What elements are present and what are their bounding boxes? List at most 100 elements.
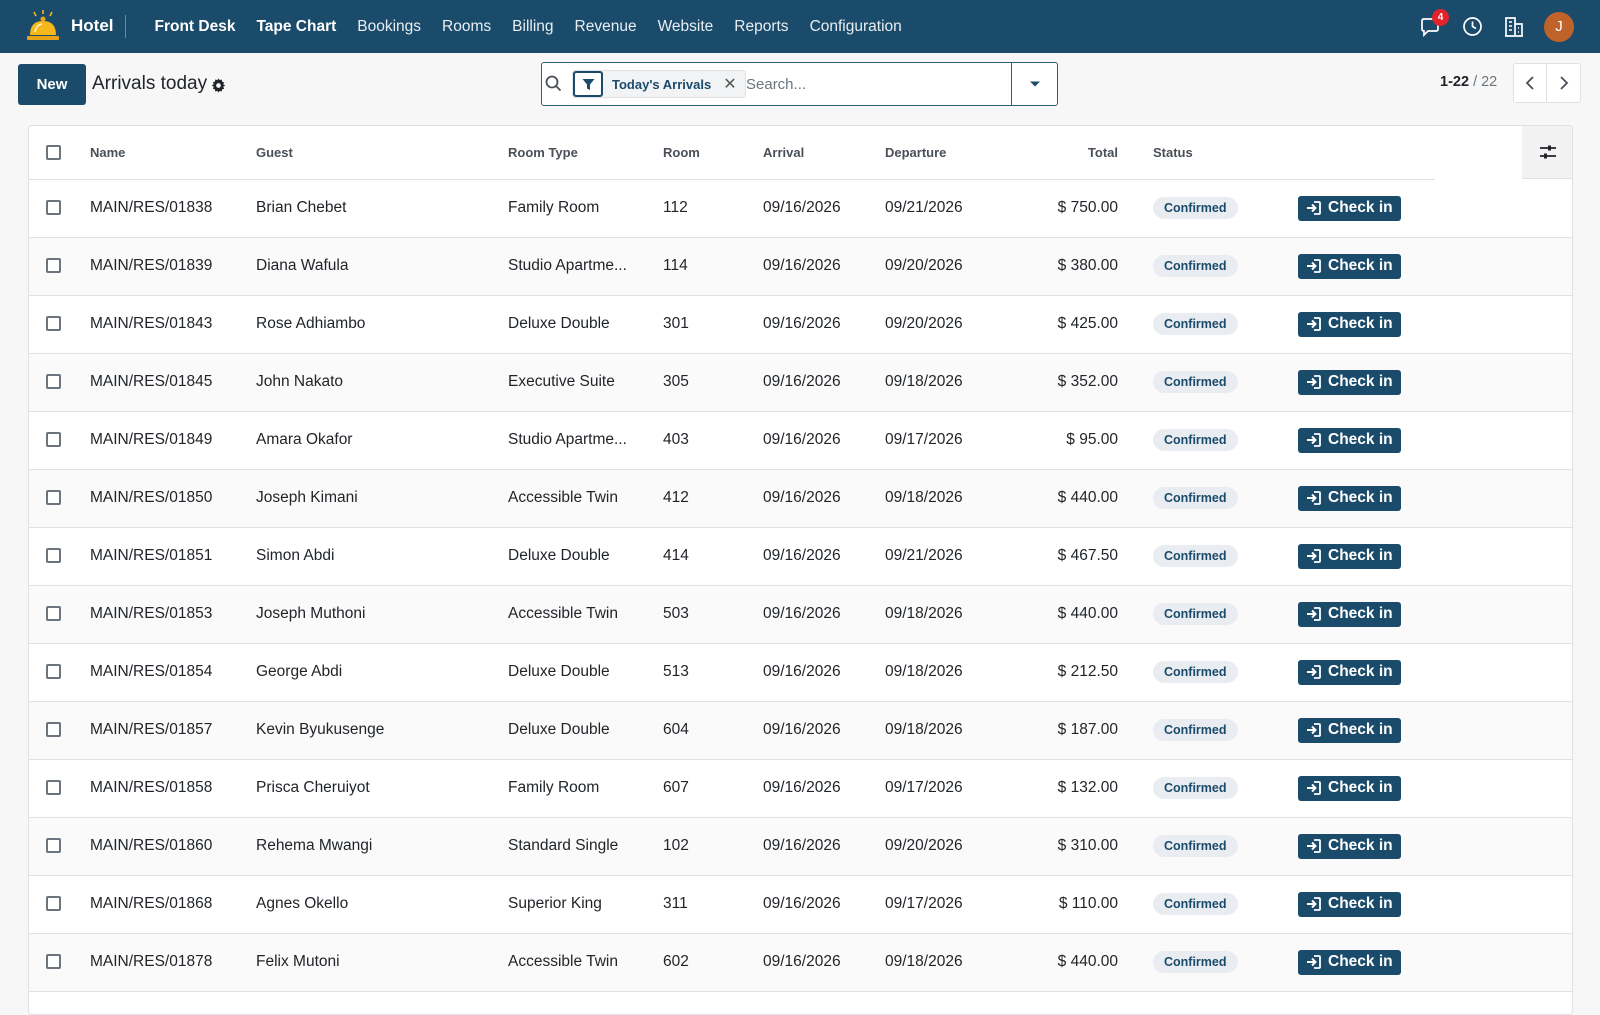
table-row[interactable]: MAIN/RES/01845 John Nakato Executive Suite… [29,353,1572,411]
row-checkbox[interactable] [46,838,61,854]
row-checkbox[interactable] [46,374,61,390]
column-header-total[interactable]: Total [1017,126,1118,180]
new-button[interactable]: New [18,64,86,105]
sign-in-icon [1307,259,1321,273]
page-title: Arrivals today [92,73,208,94]
nav-item-rooms[interactable]: Rooms [432,18,502,36]
row-checkbox[interactable] [46,258,61,274]
check-in-label: Check in [1328,489,1393,506]
table-row[interactable]: MAIN/RES/01850 Joseph Kimani Accessible Tw… [29,469,1572,527]
check-in-button[interactable]: Check in [1298,311,1401,337]
company-building-icon[interactable] [1502,15,1526,39]
facet-remove-icon[interactable]: ✕ [723,74,736,94]
table-row[interactable]: MAIN/RES/01853 Joseph Muthoni Accessible T… [29,585,1572,643]
table-row[interactable]: MAIN/RES/01878 Felix Mutoni Accessible Twi… [29,933,1572,991]
check-in-button[interactable]: Check in [1298,253,1401,279]
cell-departure: 09/17/2026 [885,431,963,448]
column-header-room[interactable]: Room [663,126,763,180]
row-checkbox[interactable] [46,606,61,622]
search-options-toggle[interactable] [1012,63,1057,105]
check-in-button[interactable]: Check in [1298,717,1401,743]
check-in-button[interactable]: Check in [1298,891,1401,917]
nav-item-tape-chart[interactable]: Tape Chart [246,18,347,36]
nav-item-revenue[interactable]: Revenue [564,18,647,36]
nav-item-website[interactable]: Website [647,18,724,36]
check-in-button[interactable]: Check in [1298,659,1401,685]
activity-clock-icon[interactable] [1460,15,1484,39]
table-row[interactable]: MAIN/RES/01838 Brian Chebet Family Room 112… [29,179,1572,237]
check-in-button[interactable]: Check in [1298,775,1401,801]
nav-item-reports[interactable]: Reports [724,18,799,36]
cell-name: MAIN/RES/01853 [90,605,213,622]
column-header-arrival[interactable]: Arrival [763,126,885,180]
optional-columns-toggle[interactable] [1522,126,1572,179]
nav-item-front-desk[interactable]: Front Desk [144,18,246,36]
cell-guest: Joseph Muthoni [256,605,366,622]
select-all-checkbox[interactable] [46,145,61,161]
cell-guest: Brian Chebet [256,199,347,216]
row-checkbox[interactable] [46,548,61,564]
column-header-room-type[interactable]: Room Type [508,126,663,180]
table-row[interactable]: MAIN/RES/01851 Simon Abdi Deluxe Double 414… [29,527,1572,585]
column-header-name[interactable]: Name [90,126,256,180]
table-row[interactable]: MAIN/RES/01843 Rose Adhiambo Deluxe Double… [29,295,1572,353]
table-row[interactable]: MAIN/RES/01839 Diana Wafula Studio Apartme… [29,237,1572,295]
table-row[interactable]: MAIN/RES/01849 Amara Okafor Studio Apartme… [29,411,1572,469]
arrivals-table: Name Guest Room Type Room Arrival Depart… [29,126,1572,992]
table-row[interactable]: MAIN/RES/01858 Prisca Cheruiyot Family Roo… [29,759,1572,817]
user-avatar[interactable]: J [1544,11,1574,42]
row-checkbox[interactable] [46,896,61,912]
column-header-guest[interactable]: Guest [256,126,508,180]
sliders-icon [1540,145,1556,159]
check-in-button[interactable]: Check in [1298,949,1401,975]
cell-departure: 09/20/2026 [885,837,963,854]
check-in-button[interactable]: Check in [1298,485,1401,511]
app-name[interactable]: Hotel [71,16,114,36]
nav-item-configuration[interactable]: Configuration [799,18,912,36]
cell-departure: 09/18/2026 [885,953,963,970]
cell-guest: John Nakato [256,373,344,390]
messages-icon[interactable]: 4 [1418,8,1449,39]
cell-arrival: 09/16/2026 [763,373,841,390]
row-checkbox[interactable] [46,432,61,448]
cell-room-type: Accessible Twin [508,489,618,506]
row-checkbox[interactable] [46,200,61,216]
check-in-button[interactable]: Check in [1298,543,1401,569]
check-in-button[interactable]: Check in [1298,195,1401,221]
cell-total: $ 187.00 [1057,721,1118,738]
cell-departure: 09/17/2026 [885,895,963,912]
column-header-departure[interactable]: Departure [885,126,1017,180]
row-checkbox[interactable] [46,664,61,680]
search-input[interactable] [746,70,1006,98]
status-badge: Confirmed [1153,777,1238,799]
list-view: Name Guest Room Type Room Arrival Depart… [28,125,1573,1015]
cell-guest: Felix Mutoni [256,953,340,970]
table-row[interactable]: MAIN/RES/01860 Rehema Mwangi Standard Sing… [29,817,1572,875]
table-row[interactable]: MAIN/RES/01857 Kevin Byukusenge Deluxe Dou… [29,701,1572,759]
row-checkbox[interactable] [46,780,61,796]
search-icon [545,75,562,92]
row-checkbox[interactable] [46,316,61,332]
cell-room-type: Family Room [508,199,600,216]
check-in-button[interactable]: Check in [1298,833,1401,859]
check-in-button[interactable]: Check in [1298,427,1401,453]
nav-item-bookings[interactable]: Bookings [347,18,432,36]
cell-room: 414 [663,547,689,564]
row-checkbox[interactable] [46,722,61,738]
pager-value[interactable]: 1-22 [1440,74,1469,90]
pager[interactable]: 1-22 / 22 [1440,74,1497,90]
check-in-button[interactable]: Check in [1298,601,1401,627]
check-in-button[interactable]: Check in [1298,369,1401,395]
row-checkbox[interactable] [46,490,61,506]
search-facet[interactable]: Today's Arrivals ✕ [572,70,746,98]
row-checkbox[interactable] [46,954,61,970]
column-header-status[interactable]: Status [1153,126,1298,180]
table-row[interactable]: MAIN/RES/01854 George Abdi Deluxe Double 51… [29,643,1572,701]
table-row[interactable]: MAIN/RES/01868 Agnes Okello Superior King 3… [29,875,1572,933]
pager-previous-button[interactable] [1513,63,1547,103]
pager-next-button[interactable] [1547,63,1581,103]
gear-icon[interactable] [211,78,226,93]
cell-departure: 09/18/2026 [885,489,963,506]
nav-item-billing[interactable]: Billing [502,18,564,36]
hotel-bell-icon[interactable] [26,10,60,42]
